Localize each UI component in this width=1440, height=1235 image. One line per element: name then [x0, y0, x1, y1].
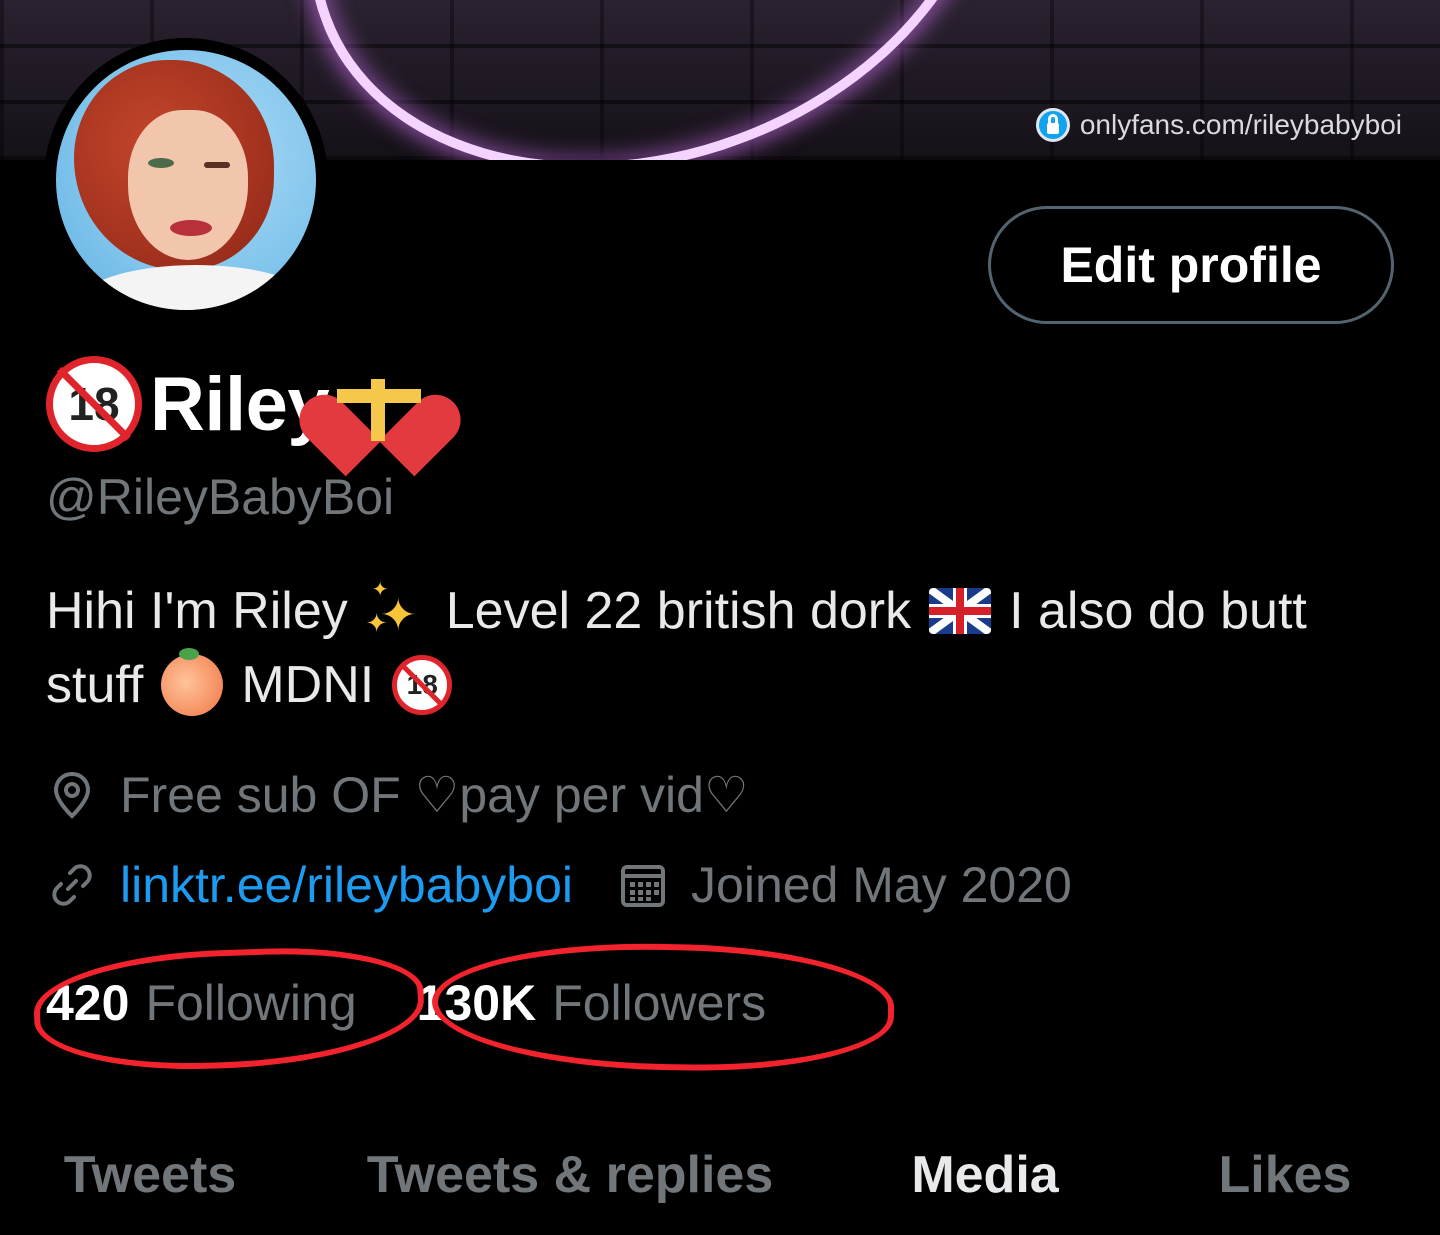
tab-tweets-and-replies[interactable]: Tweets & replies [300, 1120, 840, 1230]
website-link[interactable]: linktr.ee/rileybabyboi [120, 856, 573, 914]
peach-icon [161, 648, 224, 716]
lock-icon [1035, 108, 1070, 142]
bio-line: stuff MDNI 18 [46, 648, 1416, 722]
edit-profile-button[interactable]: Edit profile [988, 206, 1394, 324]
following-label: Following [145, 975, 357, 1031]
followers-link[interactable]: 130K Followers [417, 974, 766, 1032]
bio-text: I also do butt [1009, 582, 1307, 640]
bio-line: Hihi I'm Riley ✦ ✦ ✦ Level 22 british do… [46, 574, 1416, 648]
bio-text: Level 22 british dork [445, 582, 912, 640]
no-under-18-icon: 18 [46, 356, 142, 452]
neon-heart-graphic [232, 0, 1068, 160]
banner-link-text: onlyfans.com/rileybabyboi [1079, 109, 1402, 140]
tab-media[interactable]: Media [840, 1120, 1130, 1230]
display-name-row: 18 Riley [46, 356, 427, 452]
bio-text: MDNI [241, 656, 375, 714]
profile-meta: linktr.ee/rileybabyboi Joined May 2020 [46, 856, 1072, 914]
tab-tweets[interactable]: Tweets [0, 1120, 300, 1230]
follow-stats: 420 Following 130K Followers [46, 974, 766, 1032]
sparkles-icon: ✦ ✦ ✦ [365, 579, 417, 640]
calendar-icon [617, 859, 669, 911]
link-icon [46, 859, 98, 911]
following-link[interactable]: 420 Following [46, 974, 357, 1032]
location-text: Free sub OF ♡pay per vid♡ [120, 767, 749, 823]
bio-text: stuff [46, 656, 144, 714]
profile-tabs: Tweets Tweets & replies Media Likes [0, 1120, 1440, 1230]
avatar-image [56, 50, 316, 310]
no-under-18-icon: 18 [392, 655, 453, 715]
followers-count: 130K [416, 975, 537, 1031]
display-name: Riley [150, 361, 330, 447]
joined-date: Joined May 2020 [691, 857, 1072, 913]
profile-location: Free sub OF ♡pay per vid♡ [46, 766, 749, 824]
avatar[interactable] [44, 38, 328, 322]
location-pin-icon [46, 769, 98, 821]
profile-handle: @RileyBabyBoi [46, 469, 395, 525]
banner-watermark: onlyfans.com/rileybabyboi [1035, 108, 1402, 142]
bio-text: Hihi I'm Riley [46, 582, 348, 640]
tab-likes[interactable]: Likes [1130, 1120, 1440, 1230]
heart-with-ribbon-icon [331, 361, 427, 447]
profile-bio: Hihi I'm Riley ✦ ✦ ✦ Level 22 british do… [46, 574, 1416, 722]
following-count: 420 [46, 975, 130, 1031]
followers-label: Followers [552, 975, 767, 1031]
uk-flag-icon [929, 588, 992, 634]
